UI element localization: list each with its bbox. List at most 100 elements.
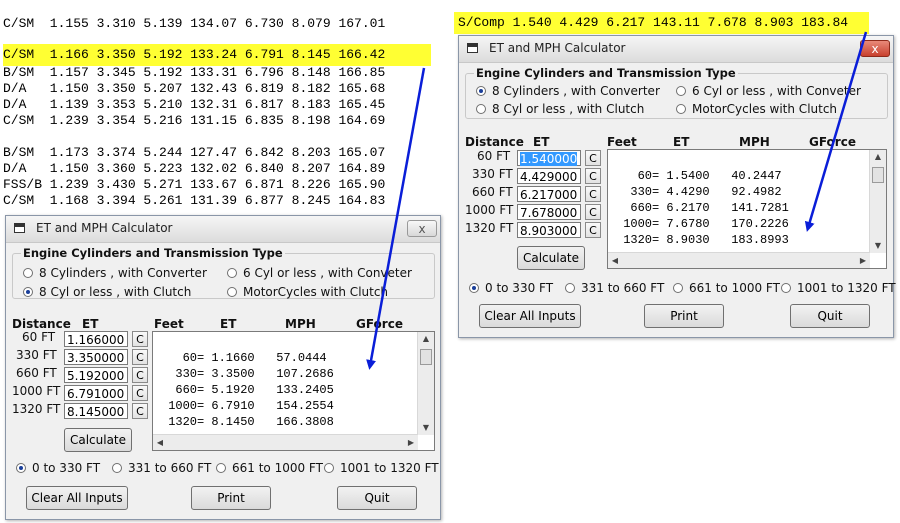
- feet-header: Feet: [607, 135, 637, 149]
- quit-button[interactable]: Quit: [337, 486, 417, 510]
- results-output[interactable]: 60= 1.5400 40.2447 330= 4.4290 92.4982 6…: [607, 149, 887, 269]
- et-input-60ft[interactable]: 1.540000: [517, 150, 581, 166]
- row-label-660ft: 660 FT: [16, 366, 57, 380]
- distance-header: Distance: [12, 317, 71, 331]
- clear-330ft-button[interactable]: C: [132, 349, 148, 365]
- radio-dot: [676, 86, 686, 96]
- data-line: C/SM 1.239 3.354 5.216 131.15 6.835 8.19…: [3, 113, 386, 128]
- et-header: ET: [533, 135, 550, 149]
- row-label-1000ft: 1000 FT: [465, 203, 514, 217]
- vertical-scrollbar[interactable]: ▲ ▼: [417, 332, 434, 435]
- radio-dot: [781, 283, 791, 293]
- radio-dot-selected: [476, 86, 486, 96]
- close-button[interactable]: x: [407, 220, 437, 237]
- row-label-330ft: 330 FT: [472, 167, 513, 181]
- horizontal-scrollbar[interactable]: ◀ ▶: [608, 252, 870, 268]
- scroll-up-arrow-icon[interactable]: ▲: [870, 150, 886, 164]
- title-bar[interactable]: ET and MPH Calculator x: [459, 36, 893, 63]
- row-label-1320ft: 1320 FT: [465, 221, 514, 235]
- scroll-thumb[interactable]: [420, 349, 432, 365]
- et-input-60ft[interactable]: 1.166000: [64, 331, 128, 347]
- clear-all-inputs-button[interactable]: Clear All Inputs: [26, 486, 128, 510]
- radio-dot: [112, 463, 122, 473]
- clear-all-inputs-button[interactable]: Clear All Inputs: [479, 304, 581, 328]
- data-line: C/SM 1.155 3.310 5.139 134.07 6.730 8.07…: [3, 16, 386, 31]
- et-input-660ft[interactable]: 6.217000: [517, 186, 581, 202]
- results-output[interactable]: 60= 1.1660 57.0444 330= 3.3500 107.2686 …: [152, 331, 435, 451]
- row-label-60ft: 60 FT: [22, 330, 56, 344]
- clear-60ft-button[interactable]: C: [132, 331, 148, 347]
- highlighted-data-line: C/SM 1.166 3.350 5.192 133.24 6.791 8.14…: [3, 44, 431, 66]
- window-title: ET and MPH Calculator: [36, 221, 173, 235]
- calculator-window-right: ET and MPH Calculator x Engine Cylinders…: [458, 35, 896, 338]
- calculator-window-left: ET and MPH Calculator x Engine Cylinders…: [5, 215, 441, 520]
- range-1001-1320[interactable]: 1001 to 1320 FT: [781, 281, 896, 295]
- range-661-1000[interactable]: 661 to 1000 FT: [216, 461, 323, 475]
- clear-1000ft-button[interactable]: C: [132, 385, 148, 401]
- window-icon: [467, 43, 478, 53]
- vertical-scrollbar[interactable]: ▲ ▼: [869, 150, 886, 253]
- data-line: C/SM 1.168 3.394 5.261 131.39 6.877 8.24…: [3, 193, 386, 208]
- clear-1000ft-button[interactable]: C: [585, 204, 601, 220]
- clear-660ft-button[interactable]: C: [132, 367, 148, 383]
- scroll-left-arrow-icon[interactable]: ◀: [608, 253, 622, 268]
- range-331-660[interactable]: 331 to 660 FT: [112, 461, 211, 475]
- et-input-1320ft[interactable]: 8.903000: [517, 222, 581, 238]
- radio-dot: [476, 104, 486, 114]
- data-line: D/A 1.139 3.353 5.210 132.31 6.817 8.183…: [3, 97, 386, 112]
- scroll-right-arrow-icon[interactable]: ▶: [856, 253, 870, 268]
- radio-8cyl-converter[interactable]: 8 Cylinders , with Converter: [23, 266, 207, 280]
- print-button[interactable]: Print: [644, 304, 724, 328]
- clear-1320ft-button[interactable]: C: [585, 222, 601, 238]
- range-1001-1320[interactable]: 1001 to 1320 FT: [324, 461, 439, 475]
- window-icon: [14, 223, 25, 233]
- horizontal-scrollbar[interactable]: ◀ ▶: [153, 434, 418, 450]
- radio-motorcycles-clutch[interactable]: MotorCycles with Clutch: [676, 102, 837, 116]
- calculate-button[interactable]: Calculate: [517, 246, 585, 270]
- scroll-right-arrow-icon[interactable]: ▶: [404, 435, 418, 450]
- close-button[interactable]: x: [860, 40, 890, 57]
- radio-dot-selected: [469, 283, 479, 293]
- scroll-down-arrow-icon[interactable]: ▼: [418, 421, 434, 435]
- radio-6cyl-converter[interactable]: 6 Cyl or less , with Conveter: [227, 266, 412, 280]
- clear-660ft-button[interactable]: C: [585, 186, 601, 202]
- row-label-1000ft: 1000 FT: [12, 384, 61, 398]
- quit-button[interactable]: Quit: [790, 304, 870, 328]
- et-input-330ft[interactable]: 4.429000: [517, 168, 581, 184]
- et-input-1000ft[interactable]: 7.678000: [517, 204, 581, 220]
- range-331-660[interactable]: 331 to 660 FT: [565, 281, 664, 295]
- scroll-up-arrow-icon[interactable]: ▲: [418, 332, 434, 346]
- row-label-1320ft: 1320 FT: [12, 402, 61, 416]
- radio-8cyl-converter[interactable]: 8 Cylinders , with Converter: [476, 84, 660, 98]
- radio-motorcycles-clutch[interactable]: MotorCycles with Clutch: [227, 285, 388, 299]
- et-output-header: ET: [220, 317, 237, 331]
- engine-transmission-group: Engine Cylinders and Transmission Type 8…: [12, 246, 435, 299]
- scroll-thumb[interactable]: [872, 167, 884, 183]
- radio-8cyl-clutch[interactable]: 8 Cyl or less , with Clutch: [23, 285, 191, 299]
- clear-60ft-button[interactable]: C: [585, 150, 601, 166]
- radio-6cyl-converter[interactable]: 6 Cyl or less , with Conveter: [676, 84, 861, 98]
- feet-header: Feet: [154, 317, 184, 331]
- clear-330ft-button[interactable]: C: [585, 168, 601, 184]
- scroll-down-arrow-icon[interactable]: ▼: [870, 239, 886, 253]
- et-input-1320ft[interactable]: 8.145000: [64, 403, 128, 419]
- et-input-660ft[interactable]: 5.192000: [64, 367, 128, 383]
- radio-dot: [565, 283, 575, 293]
- clear-1320ft-button[interactable]: C: [132, 403, 148, 419]
- mph-header: MPH: [739, 135, 770, 149]
- distance-header: Distance: [465, 135, 524, 149]
- highlighted-top-data-line: S/Comp 1.540 4.429 6.217 143.11 7.678 8.…: [454, 12, 869, 34]
- radio-8cyl-clutch[interactable]: 8 Cyl or less , with Clutch: [476, 102, 644, 116]
- range-0-330[interactable]: 0 to 330 FT: [16, 461, 100, 475]
- range-661-1000[interactable]: 661 to 1000 FT: [673, 281, 780, 295]
- scroll-left-arrow-icon[interactable]: ◀: [153, 435, 167, 450]
- title-bar[interactable]: ET and MPH Calculator x: [6, 216, 440, 243]
- range-0-330[interactable]: 0 to 330 FT: [469, 281, 553, 295]
- engine-transmission-group: Engine Cylinders and Transmission Type 8…: [465, 66, 888, 119]
- et-input-1000ft[interactable]: 6.791000: [64, 385, 128, 401]
- et-input-330ft[interactable]: 3.350000: [64, 349, 128, 365]
- print-button[interactable]: Print: [191, 486, 271, 510]
- calculate-button[interactable]: Calculate: [64, 428, 132, 452]
- mph-header: MPH: [285, 317, 316, 331]
- radio-dot: [324, 463, 334, 473]
